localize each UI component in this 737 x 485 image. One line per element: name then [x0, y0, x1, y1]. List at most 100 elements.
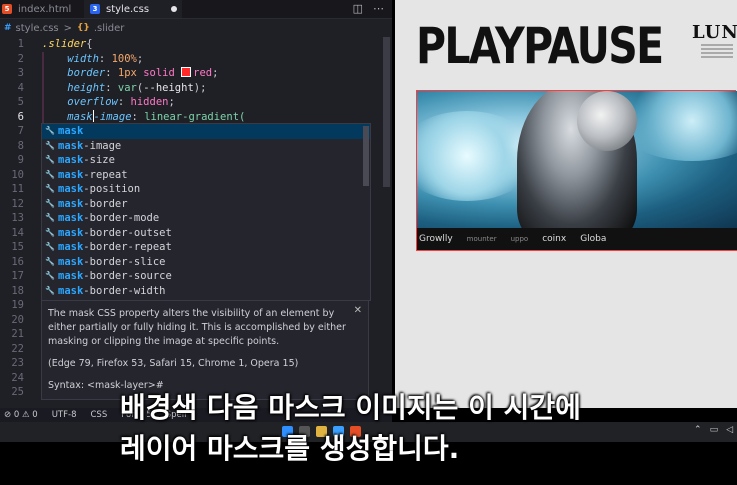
- line-number: 19: [11, 299, 24, 311]
- editor-scrollbar[interactable]: [383, 37, 390, 187]
- split-editor-icon[interactable]: ◫: [353, 2, 363, 15]
- suggestion-item[interactable]: 🔧 mask-position: [42, 182, 370, 197]
- line-number: 14: [11, 226, 24, 239]
- property-wrench-icon: 🔧: [45, 198, 55, 208]
- suggestion-match: mask: [58, 226, 84, 239]
- more-actions-icon[interactable]: ⋯: [373, 2, 384, 15]
- property-wrench-icon: 🔧: [45, 126, 55, 135]
- line-number: 15: [11, 241, 24, 253]
- code-line[interactable]: 3 border: 1px solid red;: [0, 66, 392, 81]
- suggestion-rest: -position: [83, 183, 141, 195]
- browser-preview[interactable]: PLAYPAUSE LUN Growlly mounter uppo coinx…: [395, 0, 737, 408]
- css-file-icon: #: [4, 23, 12, 33]
- code-editor[interactable]: 5 index.html 3 style.css ◫ ⋯ # style.css…: [0, 0, 392, 408]
- code-line[interactable]: 4 height: var(--height);: [0, 81, 392, 96]
- suggestion-match: mask: [58, 284, 84, 297]
- suggestion-rest: -image: [83, 139, 122, 152]
- code-line[interactable]: 1 .slider{: [0, 37, 392, 52]
- property-wrench-icon: 🔧: [45, 271, 55, 280]
- breadcrumb-symbol[interactable]: .slider: [94, 23, 125, 34]
- suggestion-rest: -border-outset: [83, 226, 172, 239]
- suggestion-rest: -border-slice: [83, 255, 166, 268]
- subtitle-line-1: 배경색 다음 마스크 이미지는 이 시간에: [120, 391, 581, 424]
- suggestion-item[interactable]: 🔧 mask-border-slice: [42, 255, 370, 270]
- suggestion-item[interactable]: 🔧 mask-repeat: [42, 168, 370, 183]
- line-number: 22: [11, 342, 24, 355]
- suggestion-item[interactable]: 🔧 mask-border: [42, 197, 370, 212]
- tab-style-css[interactable]: 3 style.css: [84, 0, 182, 18]
- code-line[interactable]: 2 width: 100%;: [0, 52, 392, 67]
- problems-indicator[interactable]: ⊘ 0 ⚠ 0: [4, 410, 38, 420]
- unsaved-dot-icon[interactable]: [171, 6, 178, 12]
- encoding-indicator[interactable]: UTF-8: [52, 410, 77, 420]
- color-swatch[interactable]: [181, 67, 192, 77]
- line-number: 24: [11, 371, 24, 384]
- suggestion-match: mask: [58, 168, 84, 181]
- editor-actions: ◫ ⋯: [353, 2, 384, 15]
- line-text: width: 100%;: [67, 52, 144, 65]
- css-file-icon: 3: [90, 4, 100, 14]
- property-wrench-icon: 🔧: [45, 227, 55, 237]
- property-wrench-icon: 🔧: [45, 285, 55, 295]
- suggestion-match: mask: [58, 139, 84, 152]
- property-wrench-icon: 🔧: [45, 242, 55, 251]
- breadcrumb-separator: >: [63, 22, 73, 34]
- suggestion-item[interactable]: 🔧 mask-border-source: [42, 269, 370, 284]
- suggestion-item[interactable]: 🔧 mask-border-outset: [42, 226, 370, 241]
- line-number: 25: [11, 386, 24, 398]
- line-number: 3: [17, 67, 24, 79]
- suggestion-match: mask: [58, 125, 84, 137]
- language-indicator[interactable]: CSS: [90, 410, 107, 420]
- line-number: 5: [17, 96, 24, 108]
- line-number: 20: [11, 313, 24, 326]
- line-number: 10: [11, 168, 24, 181]
- brand-logo: PLAYPAUSE: [416, 17, 664, 75]
- line-number: 1: [17, 38, 24, 50]
- suggestion-rest: -border: [83, 197, 128, 210]
- close-icon[interactable]: ✕: [354, 304, 362, 318]
- suggestion-item[interactable]: 🔧 mask-size: [42, 153, 370, 168]
- line-number: 4: [17, 81, 24, 94]
- line-number: 11: [11, 183, 24, 195]
- suggestion-match: mask: [58, 183, 84, 195]
- network-icon[interactable]: ▭: [710, 425, 719, 435]
- tab-index-html[interactable]: 5 index.html: [0, 0, 82, 18]
- suggestion-scrollbar[interactable]: [363, 126, 369, 186]
- small-text-block: [701, 42, 733, 60]
- tab-bar: 5 index.html 3 style.css ◫ ⋯: [0, 0, 392, 19]
- suggestion-match: mask: [58, 154, 84, 166]
- line-number: 13: [11, 212, 24, 224]
- suggestion-match: mask: [58, 197, 84, 210]
- suggestion-item[interactable]: 🔧 mask-image: [42, 139, 370, 154]
- line-text: mask-image: linear-gradient(: [67, 109, 246, 123]
- code-line[interactable]: 6 mask-image: linear-gradient(: [0, 109, 392, 125]
- brand-secondary: LUN: [692, 22, 737, 43]
- subtitle-line-2: 레이어 마스크를 생성합니다.: [120, 432, 460, 465]
- line-number: 12: [11, 197, 24, 210]
- system-tray: ⌃ ▭ ◁: [694, 425, 733, 435]
- breadcrumb-file[interactable]: style.css: [16, 23, 59, 34]
- property-wrench-icon: 🔧: [45, 213, 55, 222]
- line-number: 21: [11, 328, 24, 340]
- suggestion-widget[interactable]: 🔧 mask 🔧 mask-image 🔧 mask-size 🔧 mask-repeat 🔧 m…: [41, 123, 371, 301]
- line-number: 7: [17, 125, 24, 137]
- suggestion-item[interactable]: 🔧 mask-border-mode: [42, 211, 370, 226]
- suggestion-rest: -border-source: [83, 270, 172, 282]
- tab-label: index.html: [18, 3, 72, 15]
- suggestion-match: mask: [58, 212, 84, 224]
- line-number: 9: [17, 154, 24, 166]
- suggestion-match: mask: [58, 255, 84, 268]
- chevron-up-icon[interactable]: ⌃: [694, 425, 702, 435]
- breadcrumb: # style.css > {} .slider: [0, 20, 392, 36]
- suggestion-item[interactable]: 🔧 mask-border-repeat: [42, 240, 370, 255]
- suggestion-rest: -size: [83, 154, 115, 166]
- suggestion-rest: -repeat: [83, 168, 128, 181]
- suggestion-item[interactable]: 🔧 mask: [42, 124, 370, 139]
- suggestion-item[interactable]: 🔧 mask-border-width: [42, 284, 370, 299]
- line-number: 2: [17, 52, 24, 65]
- line-text: height: var(--height);: [67, 81, 207, 94]
- line-number: 16: [11, 255, 24, 268]
- code-line[interactable]: 5 overflow: hidden;: [0, 95, 392, 110]
- slider-outline: [416, 90, 736, 251]
- volume-icon[interactable]: ◁: [726, 425, 733, 435]
